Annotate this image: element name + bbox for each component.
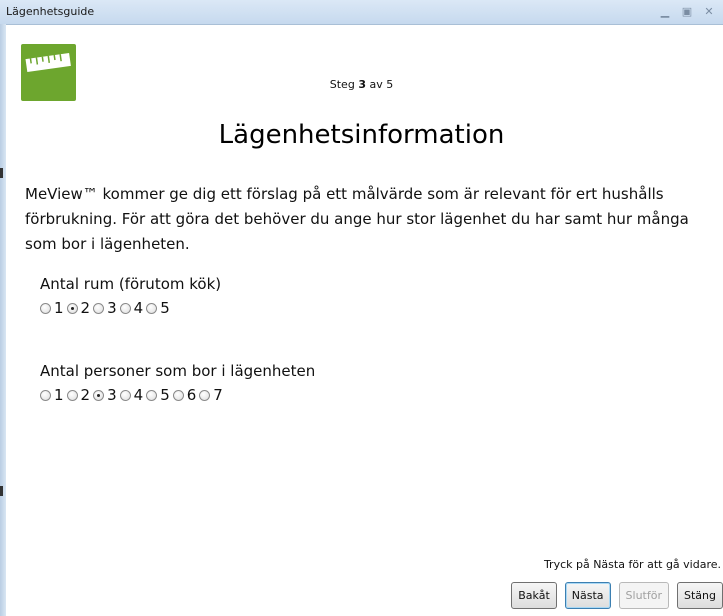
rooms-option[interactable]: 3 [93,299,117,317]
hint-text: Tryck på Nästa för att gå vidare. [543,558,721,571]
radio-label: 6 [186,386,197,404]
rooms-option[interactable]: 1 [40,299,64,317]
radio-label: 1 [54,386,64,404]
radio-button[interactable] [66,389,78,401]
radio-label: 5 [160,299,170,317]
back-button[interactable]: Bakåt [511,582,557,609]
border-mark [0,486,3,496]
radio-button[interactable] [40,302,51,314]
persons-option[interactable]: 4 [119,386,144,404]
radio-label: 4 [133,386,144,404]
step-indicator: Steg 3 av 5 [0,78,723,91]
persons-label: Antal personer som bor i lägenheten [40,362,316,380]
minimize-icon[interactable]: ▁ [655,3,675,19]
radio-label: 4 [133,299,144,317]
radio-button[interactable] [146,389,158,401]
wizard-buttons: Bakåt Nästa Slutför Stäng [511,582,723,609]
page-title: Lägenhetsinformation [218,120,505,150]
step-prefix: Steg [329,78,359,91]
radio-button[interactable] [93,389,105,401]
finish-button[interactable]: Slutför [618,582,669,609]
rooms-label: Antal rum (förutom kök) [40,275,222,293]
radio-label: 1 [54,299,64,317]
ruler-logo-icon [21,44,76,101]
step-current: 3 [358,78,366,91]
persons-option[interactable]: 6 [172,386,197,404]
maximize-icon[interactable]: ▣ [677,3,697,19]
rooms-radio-group: 12345 [40,299,173,317]
step-suffix: av 5 [365,78,394,91]
radio-button[interactable] [199,389,211,401]
radio-button[interactable] [172,389,184,401]
close-icon[interactable]: ✕ [699,3,719,19]
persons-option[interactable]: 1 [40,386,64,404]
radio-button[interactable] [66,302,78,314]
window-titlebar[interactable]: Lägenhetsguide ▁ ▣ ✕ [0,0,723,25]
close-button[interactable]: Stäng [677,582,723,609]
window-controls: ▁ ▣ ✕ [655,3,719,19]
radio-label: 3 [107,299,117,317]
rooms-option[interactable]: 4 [119,299,144,317]
radio-button[interactable] [119,389,131,401]
radio-label: 3 [107,386,117,404]
radio-label: 5 [160,386,170,404]
radio-label: 7 [213,386,223,404]
window-title: Lägenhetsguide [6,5,95,18]
radio-button[interactable] [146,302,158,314]
radio-button[interactable] [40,389,51,401]
window-left-border [0,24,6,616]
radio-button[interactable] [93,302,105,314]
persons-option[interactable]: 7 [199,386,223,404]
rooms-option[interactable]: 2 [66,299,91,317]
persons-option[interactable]: 3 [93,386,117,404]
rooms-option[interactable]: 5 [146,299,170,317]
next-button[interactable]: Nästa [564,582,611,609]
persons-option[interactable]: 5 [146,386,170,404]
radio-label: 2 [80,299,91,317]
intro-text: MeView™ kommer ge dig ett förslag på ett… [25,185,689,253]
radio-button[interactable] [119,302,131,314]
radio-label: 2 [80,386,91,404]
persons-option[interactable]: 2 [66,386,91,404]
border-mark [0,168,3,178]
persons-radio-group: 1234567 [40,386,226,404]
